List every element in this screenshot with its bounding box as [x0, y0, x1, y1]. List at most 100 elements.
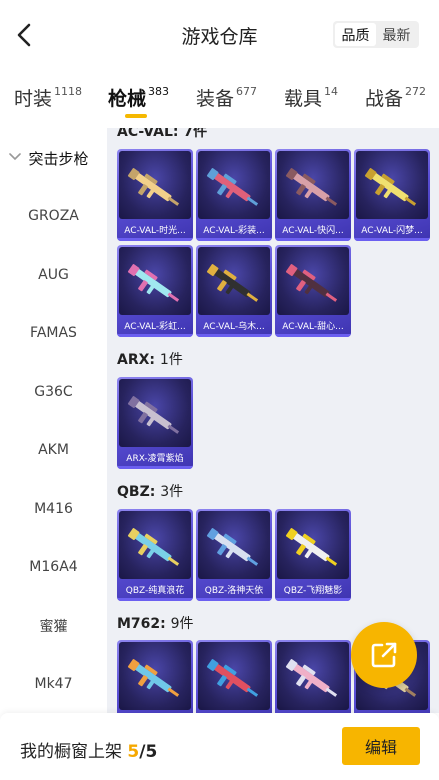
tab-label: 载具 [284, 88, 323, 110]
section-name: ARX [117, 352, 150, 368]
showcase-bar: 我的橱窗上架 5/5 编辑 [0, 713, 439, 780]
card-image-area [277, 151, 349, 219]
section-count: 3件 [160, 484, 184, 500]
rifle-icon [206, 168, 259, 206]
rifle-icon [206, 264, 259, 302]
weapon-skin-card[interactable]: QBZ-纯真浪花 [117, 509, 193, 601]
rifle-icon [127, 528, 180, 566]
tab-label: 战备 [365, 88, 404, 110]
card-image-area [198, 511, 270, 579]
sidebar-item-mk47[interactable]: Mk47 [0, 669, 107, 699]
card-image-area [277, 511, 349, 579]
rifle-icon [364, 168, 417, 206]
card-image-area [119, 642, 191, 710]
weapon-skin-card[interactable]: QBZ-飞翔魅影 [275, 509, 351, 601]
weapon-skin-name: AC-VAL-时光... [124, 226, 186, 236]
card-image-area [198, 642, 270, 710]
card-image-area [198, 247, 270, 315]
card-rarity-bar [117, 598, 193, 601]
weapon-skin-card[interactable]: AC-VAL-时光... [117, 149, 193, 241]
chevron-down-icon [9, 153, 21, 161]
weapon-skin-name: QBZ-飞翔魅影 [283, 586, 343, 596]
section-count: 1件 [159, 352, 183, 368]
tab-count: 14 [324, 85, 339, 98]
card-image-area [198, 151, 270, 219]
rifle-icon [285, 168, 338, 206]
sort-toggle: 品质 最新 [333, 21, 419, 48]
weapon-skin-card[interactable]: ARX-凌霄紫焰 [117, 377, 193, 469]
rifle-icon [285, 528, 338, 566]
card-rarity-bar [275, 334, 351, 337]
showcase-status: 我的橱窗上架 5/5 [20, 737, 157, 762]
tab-firearms[interactable]: 枪械 383 [108, 84, 169, 111]
weapon-skin-name: AC-VAL-彩装... [203, 226, 265, 236]
tab-fashion[interactable]: 时装 1118 [14, 84, 82, 111]
weapon-skin-card[interactable] [196, 640, 272, 713]
showcase-max: 5 [145, 742, 158, 762]
sidebar-item-assault-rifles[interactable]: 突击步枪 [0, 143, 107, 173]
weapon-skin-card[interactable]: QBZ-洛神天依 [196, 509, 272, 601]
rifle-icon [127, 264, 180, 302]
sidebar-item-m16a4[interactable]: M16A4 [0, 552, 107, 582]
sidebar-item-m416[interactable]: M416 [0, 494, 107, 524]
tab-label: 枪械 [108, 88, 147, 110]
tab-count: 677 [236, 85, 258, 98]
tab-count: 383 [148, 85, 170, 98]
card-rarity-bar [354, 238, 430, 241]
rifle-icon [127, 659, 180, 697]
showcase-label: 我的橱窗上架 [20, 742, 122, 762]
rifle-icon [127, 168, 180, 206]
section-count: 9件 [170, 616, 194, 632]
weapon-skin-card[interactable]: AC-VAL-甜心... [275, 245, 351, 337]
card-image-area [277, 642, 349, 710]
sidebar-item-famas[interactable]: FAMAS [0, 318, 107, 348]
showcase-current: 5 [127, 742, 140, 762]
card-image-area [119, 511, 191, 579]
weapon-skin-name: AC-VAL-快闪... [282, 226, 344, 236]
sidebar-item-groza[interactable]: GROZA [0, 201, 107, 231]
card-rarity-bar [117, 466, 193, 469]
edit-button[interactable]: 编辑 [342, 727, 420, 765]
sidebar-item-g36c[interactable]: G36C [0, 377, 107, 407]
tab-label: 时装 [14, 88, 53, 110]
sort-latest-button[interactable]: 最新 [376, 23, 417, 46]
card-rarity-bar [117, 334, 193, 337]
weapon-skin-name: AC-VAL-彩虹... [124, 322, 186, 332]
card-rarity-bar [196, 238, 272, 241]
sidebar-item-honey-badger[interactable]: 蜜獾 [0, 611, 107, 641]
tab-battle-gear[interactable]: 战备 272 [365, 84, 426, 111]
category-tabs: 时装 1118 枪械 383 装备 677 载具 14 战备 272 [0, 70, 439, 128]
sort-quality-button[interactable]: 品质 [335, 23, 376, 46]
card-rarity-bar [275, 598, 351, 601]
weapon-skin-name: AC-VAL-乌木... [203, 322, 265, 332]
weapon-skin-card[interactable]: AC-VAL-彩装... [196, 149, 272, 241]
tab-vehicles[interactable]: 载具 14 [284, 84, 338, 111]
tab-count: 272 [405, 85, 427, 98]
section-title-qbz: QBZ: 3件 [117, 484, 184, 500]
card-rarity-bar [196, 598, 272, 601]
card-rarity-bar [117, 238, 193, 241]
tab-count: 1118 [54, 85, 83, 98]
weapon-type-sidebar: 突击步枪 GROZA AUG FAMAS G36C AKM M416 M16A4… [0, 128, 107, 713]
sidebar-item-aug[interactable]: AUG [0, 260, 107, 290]
sidebar-item-label: 突击步枪 [28, 149, 89, 168]
section-title-m762: M762: 9件 [117, 616, 194, 632]
weapon-skin-card[interactable]: AC-VAL-闪梦... [354, 149, 430, 241]
weapon-skin-name: AC-VAL-甜心... [282, 322, 344, 332]
weapon-skin-card[interactable]: AC-VAL-乌木... [196, 245, 272, 337]
card-rarity-bar [196, 334, 272, 337]
tab-label: 装备 [196, 88, 235, 110]
sidebar-item-akm[interactable]: AKM [0, 435, 107, 465]
weapon-skin-card[interactable] [275, 640, 351, 713]
weapon-skin-card[interactable] [117, 640, 193, 713]
weapon-skin-name: ARX-凌霄紫焰 [126, 454, 184, 464]
share-fab-button[interactable] [351, 622, 417, 688]
rifle-icon [285, 264, 338, 302]
rifle-icon [206, 528, 259, 566]
card-image-area [277, 247, 349, 315]
weapon-skin-card[interactable]: AC-VAL-彩虹... [117, 245, 193, 337]
weapon-skin-name: QBZ-纯真浪花 [125, 586, 185, 596]
rifle-icon [127, 396, 180, 434]
weapon-skin-card[interactable]: AC-VAL-快闪... [275, 149, 351, 241]
tab-equipment[interactable]: 装备 677 [196, 84, 257, 111]
